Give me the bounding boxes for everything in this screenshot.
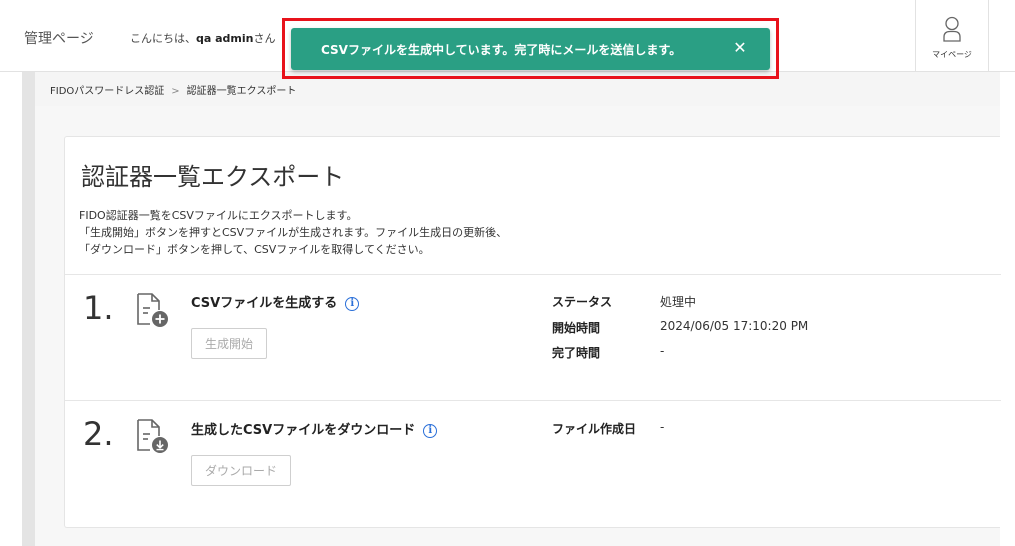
export-card: 認証器一覧エクスポート FIDO認証器一覧をCSVファイルにエクスポートします。… [64,136,1001,528]
file-created-value: - [660,420,665,434]
greeting-prefix: こんにちは、 [130,32,196,45]
breadcrumb: FIDOパスワードレス認証 > 認証器一覧エクスポート [50,82,296,97]
step-title: 生成したCSVファイルをダウンロード i [191,419,438,438]
mypage-button[interactable]: マイページ [915,0,989,72]
file-add-icon [137,293,168,327]
step-number: 2. [83,415,114,453]
breadcrumb-current: 認証器一覧エクスポート [186,86,297,97]
step-title-text: 生成したCSVファイルをダウンロード [191,423,416,438]
info-icon[interactable]: i [423,424,438,438]
user-name: qa admin [196,32,254,45]
app-title[interactable]: 管理ページ [24,28,94,48]
status-label: ステータス [552,295,613,309]
user-icon [943,16,961,42]
description-line: 「ダウンロード」ボタンを押して、CSVファイルを取得してください。 [79,243,430,256]
greeting-suffix: さん [253,32,276,45]
download-button[interactable]: ダウンロード [191,455,292,486]
step-title: CSVファイルを生成する i [191,292,360,311]
start-time-label: 開始時間 [552,321,601,335]
breadcrumb-separator: > [171,86,180,97]
step-title-text: CSVファイルを生成する [191,296,338,311]
divider [65,400,1001,401]
user-greeting: こんにちは、qa adminさん [130,30,276,46]
file-download-icon [137,419,168,453]
divider [65,274,1001,275]
file-created-label: ファイル作成日 [552,422,637,436]
description-line: 「生成開始」ボタンを押すとCSVファイルが生成されます。ファイル生成日の更新後、 [79,226,508,239]
description-line: FIDO認証器一覧をCSVファイルにエクスポートします。 [79,209,358,222]
generate-start-button[interactable]: 生成開始 [191,328,268,359]
step-number: 1. [83,289,114,327]
left-rail [22,72,35,546]
end-time-value: - [660,344,665,358]
breadcrumb-link-fido[interactable]: FIDOパスワードレス認証 [50,86,164,97]
mypage-label: マイページ [932,50,972,59]
info-icon[interactable]: i [345,297,360,311]
highlight-box [282,18,779,79]
page-description: FIDO認証器一覧をCSVファイルにエクスポートします。 「生成開始」ボタンを押… [79,207,507,258]
page-title: 認証器一覧エクスポート [81,163,345,191]
status-value: 処理中 [660,295,697,309]
start-time-value: 2024/06/05 17:10:20 PM [660,319,809,333]
end-time-label: 完了時間 [552,346,601,360]
